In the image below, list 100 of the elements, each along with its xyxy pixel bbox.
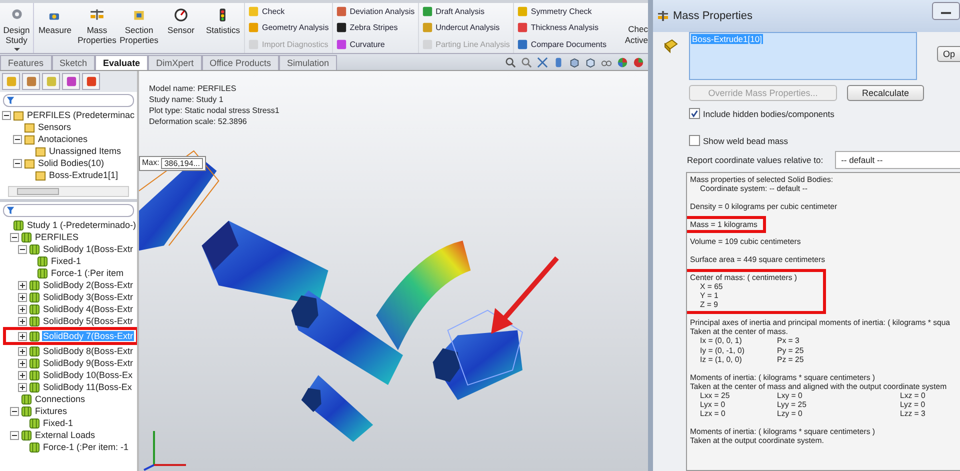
ribbon-button[interactable]: Chec Active	[620, 3, 648, 53]
tree-item[interactable]: SolidBody 2(Boss-Extr	[42, 280, 134, 290]
tree-item[interactable]: Boss-Extrude1[1]	[48, 170, 120, 180]
ribbon-button[interactable]: Measure	[34, 3, 76, 53]
collapse-toggle[interactable]	[13, 134, 22, 144]
expand-toggle[interactable]	[18, 382, 27, 392]
collapse-toggle[interactable]	[13, 158, 22, 168]
callout-label: Max:	[142, 158, 160, 169]
tree-item[interactable]: SolidBody 10(Boss-Ex	[42, 370, 134, 380]
ribbon-button[interactable]: Thickness Analysis	[516, 22, 606, 34]
checkbox[interactable]	[689, 108, 700, 119]
arrows-icon[interactable]	[537, 56, 548, 68]
field-label: Report coordinate values relative to:	[687, 155, 824, 165]
tree-item[interactable]: SolidBody 8(Boss-Extr	[42, 346, 134, 356]
tab[interactable]: Simulation	[278, 55, 337, 70]
funnel-icon	[6, 96, 15, 105]
panel-tab[interactable]	[62, 73, 80, 90]
collapse-toggle[interactable]	[10, 430, 19, 440]
body-icon	[21, 430, 32, 440]
ribbon-button[interactable]: Statistics	[202, 3, 244, 53]
tree-item[interactable]: SolidBody 11(Boss-Ex	[42, 382, 133, 392]
expand-toggle[interactable]	[18, 316, 27, 326]
filter-field[interactable]	[3, 204, 134, 217]
cube-icon[interactable]	[569, 56, 580, 68]
expand-toggle[interactable]	[18, 370, 27, 380]
coordinate-system-dropdown[interactable]: -- default --	[835, 151, 960, 169]
plot-info-text: Model name: PERFILES	[149, 83, 238, 94]
magnifier-icon[interactable]	[521, 56, 532, 68]
tab[interactable]: Features	[0, 55, 52, 70]
expand-toggle[interactable]	[18, 358, 27, 368]
ribbon-button[interactable]: Geometry Analysis	[248, 22, 329, 34]
recalculate-button[interactable]: Recalculate	[847, 85, 924, 101]
tree-item[interactable]: SolidBody 9(Boss-Extr	[42, 358, 134, 368]
tab[interactable]: Sketch	[52, 55, 96, 70]
folder-icon	[24, 158, 35, 168]
tree-item[interactable]: SolidBody 5(Boss-Extr	[42, 316, 134, 326]
cube-icon[interactable]	[585, 56, 596, 68]
collapse-toggle[interactable]	[18, 244, 27, 254]
ribbon-button[interactable]: Draft Analysis	[422, 6, 510, 17]
panel-tab[interactable]	[82, 73, 100, 90]
ribbon-button[interactable]: Check	[248, 6, 329, 17]
tree-item[interactable]: Fixed-1	[50, 256, 82, 266]
minimize-button[interactable]	[932, 2, 960, 20]
options-button[interactable]: Op	[936, 46, 960, 62]
tab[interactable]: Evaluate	[95, 55, 148, 70]
tree-item[interactable]: Solid Bodies(10)	[37, 158, 106, 168]
filter-field[interactable]	[3, 94, 134, 107]
expand-toggle[interactable]	[18, 292, 27, 302]
ribbon-button[interactable]: Symmetry Check	[516, 6, 606, 17]
tree-item[interactable]: SolidBody 3(Boss-Extr	[42, 292, 134, 302]
ribbon-button[interactable]: Section Properties	[118, 3, 160, 53]
body-icon	[37, 268, 48, 278]
color-ball-icon[interactable]	[633, 56, 644, 68]
folder-icon	[35, 170, 46, 180]
body-icon	[37, 256, 48, 266]
tree-item[interactable]: Force-1 (:Per item	[50, 268, 125, 278]
body-icon	[29, 244, 40, 254]
tree-item[interactable]: SolidBody 4(Boss-Extr	[42, 304, 134, 314]
tree-item[interactable]: Fixtures	[34, 406, 68, 416]
magnifier-icon[interactable]	[505, 56, 516, 68]
body-icon	[29, 358, 40, 368]
color-ball-icon[interactable]	[617, 56, 628, 68]
ribbon-button[interactable]: Sensor	[160, 3, 202, 53]
tab[interactable]: Office Products	[202, 55, 279, 70]
scrollbar[interactable]	[8, 186, 129, 197]
expand-toggle[interactable]	[18, 304, 27, 314]
tree-item[interactable]: Connections	[34, 394, 86, 404]
tab[interactable]: DimXpert	[148, 55, 202, 70]
ribbon-button[interactable]: Zebra Stripes	[336, 22, 415, 34]
body-icon	[29, 346, 40, 356]
tree-item[interactable]: Fixed-1	[42, 418, 74, 428]
expand-toggle[interactable]	[18, 332, 27, 340]
body-icon	[29, 292, 40, 302]
ribbon-button[interactable]: Mass Properties	[76, 3, 118, 53]
ribbon-button[interactable]: Design Study	[0, 3, 34, 53]
expand-toggle[interactable]	[18, 346, 27, 356]
collapse-toggle[interactable]	[10, 406, 19, 416]
tree-item[interactable]: Unassigned Items	[48, 146, 122, 156]
ribbon-button[interactable]: Undercut Analysis	[422, 22, 510, 34]
expand-toggle[interactable]	[18, 280, 27, 290]
body-icon	[29, 280, 40, 290]
ribbon-button[interactable]: Deviation Analysis	[336, 6, 415, 17]
ribbon-button[interactable]: Compare Documents	[516, 39, 606, 50]
tree-item[interactable]: Force-1 (:Per item: -1	[42, 442, 130, 452]
body-icon	[29, 330, 40, 342]
collapse-toggle[interactable]	[10, 232, 19, 242]
cylinder-icon[interactable]	[553, 56, 564, 68]
tree-item[interactable]: Anotaciones	[37, 134, 89, 144]
collapse-toggle[interactable]	[2, 110, 11, 120]
checkbox[interactable]	[689, 135, 700, 146]
ribbon-button[interactable]: Curvature	[336, 39, 415, 50]
tree-item[interactable]: SolidBody 1(Boss-Extr	[42, 244, 134, 254]
scale-icon	[89, 7, 105, 23]
tree-item[interactable]: PERFILES (Predeterminac	[26, 110, 136, 120]
panel-tab[interactable]	[22, 73, 40, 90]
tree-item[interactable]: Study 1 (-Predeterminado-)	[26, 220, 137, 230]
folder-icon	[13, 110, 24, 120]
tree-item[interactable]: Sensors	[37, 122, 72, 132]
tree-item[interactable]: External Loads	[34, 430, 96, 440]
tree-item[interactable]: PERFILES	[34, 232, 80, 242]
